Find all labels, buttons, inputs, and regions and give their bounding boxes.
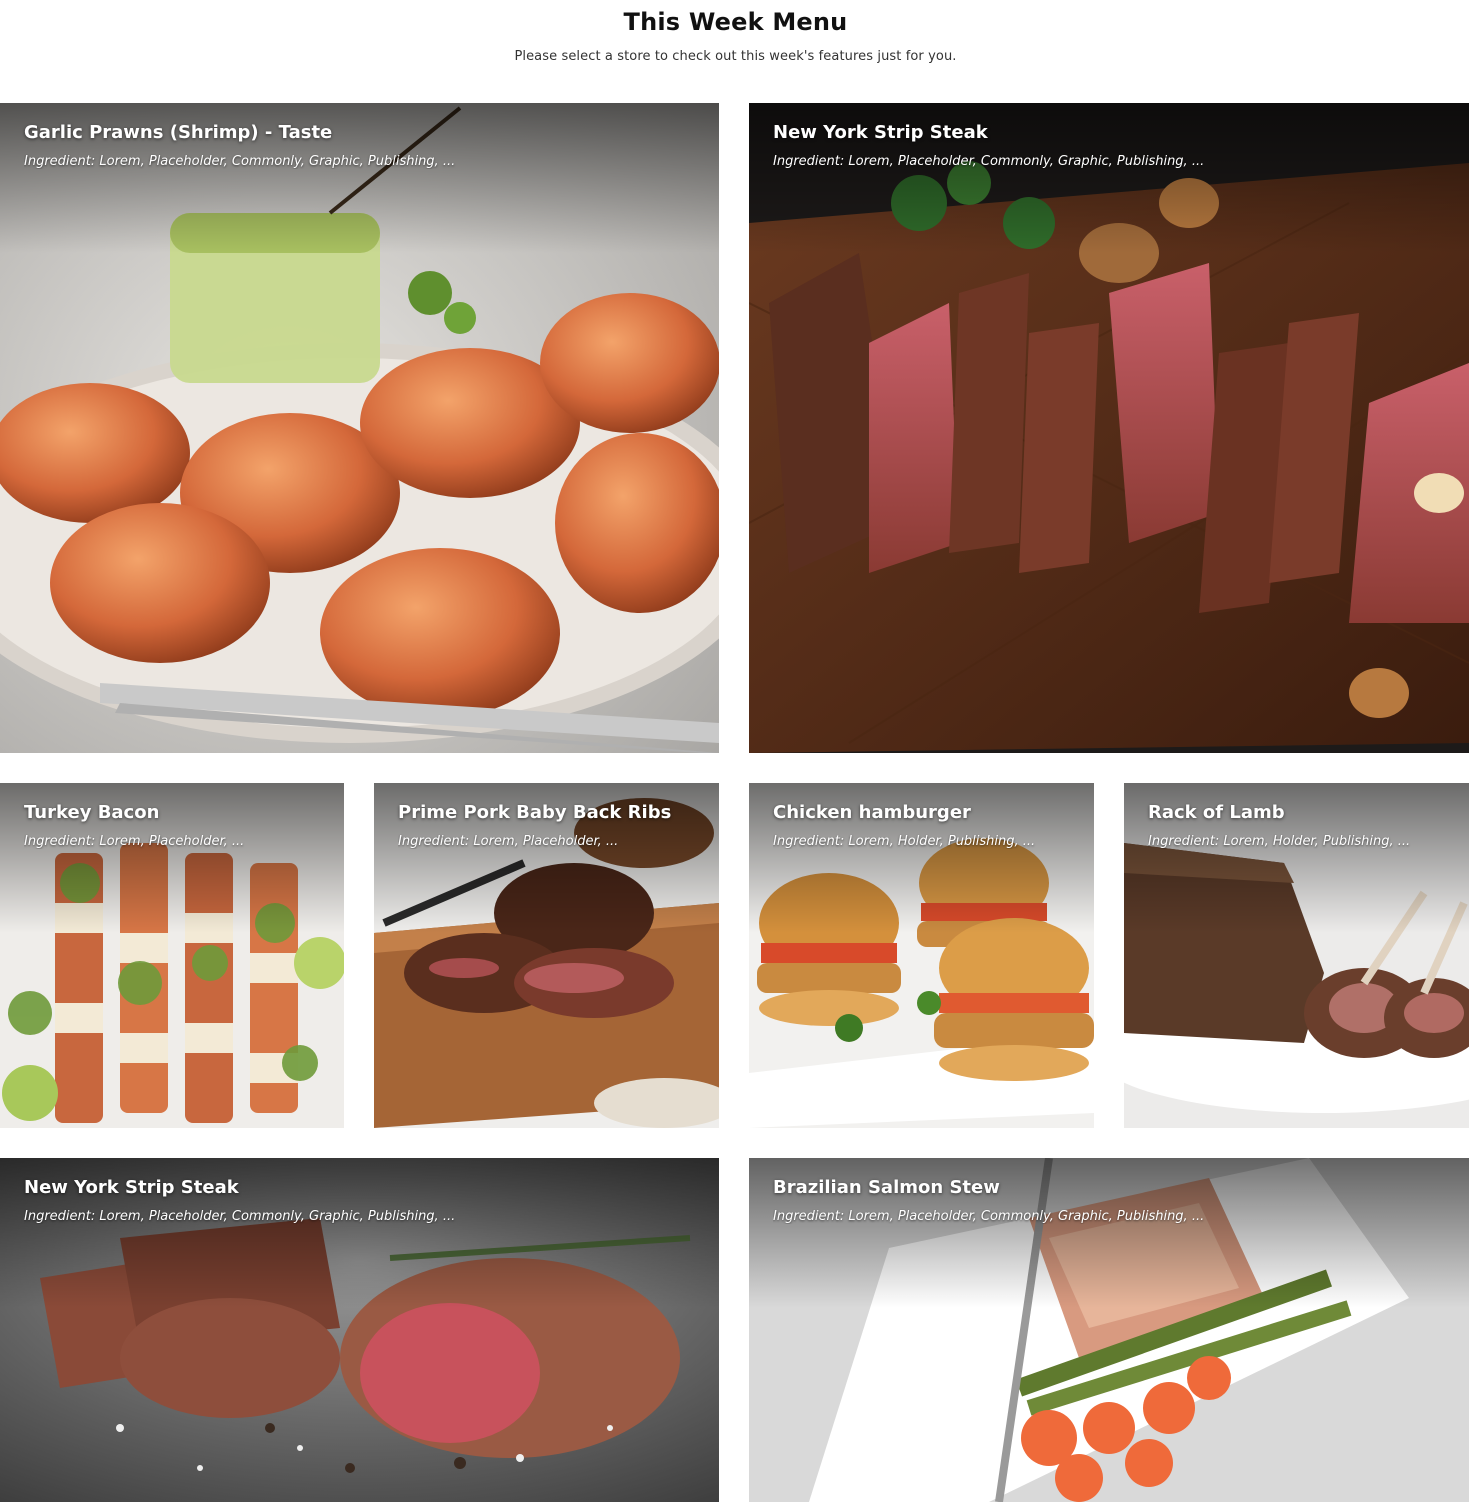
menu-card-rack-of-lamb[interactable]: Rack of Lamb Ingredient: Lorem, Holder, … bbox=[1124, 783, 1469, 1128]
card-title: New York Strip Steak bbox=[773, 122, 988, 143]
card-ingredients: Ingredient: Lorem, Holder, Publishing, .… bbox=[773, 834, 1036, 849]
card-ingredients: Ingredient: Lorem, Placeholder, ... bbox=[24, 834, 245, 849]
card-title: Turkey Bacon bbox=[24, 802, 160, 823]
card-title: New York Strip Steak bbox=[24, 1177, 239, 1198]
menu-card-garlic-prawns[interactable]: Garlic Prawns (Shrimp) - Taste Ingredien… bbox=[0, 103, 719, 753]
card-title: Garlic Prawns (Shrimp) - Taste bbox=[24, 122, 333, 143]
card-ingredients: Ingredient: Lorem, Holder, Publishing, .… bbox=[1148, 834, 1411, 849]
card-ingredients: Ingredient: Lorem, Placeholder, Commonly… bbox=[24, 1209, 456, 1224]
card-ingredients: Ingredient: Lorem, Placeholder, Commonly… bbox=[773, 1209, 1205, 1224]
menu-card-chicken-hamburger[interactable]: Chicken hamburger Ingredient: Lorem, Hol… bbox=[749, 783, 1094, 1128]
menu-page: This Week Menu Please select a store to … bbox=[0, 0, 1471, 1502]
page-title: This Week Menu bbox=[623, 8, 848, 36]
card-ingredients: Ingredient: Lorem, Placeholder, Commonly… bbox=[24, 154, 456, 169]
menu-card-pork-ribs[interactable]: Prime Pork Baby Back Ribs Ingredient: Lo… bbox=[374, 783, 719, 1128]
menu-card-salmon-stew[interactable]: Brazilian Salmon Stew Ingredient: Lorem,… bbox=[749, 1158, 1469, 1502]
menu-card-turkey-bacon[interactable]: Turkey Bacon Ingredient: Lorem, Placehol… bbox=[0, 783, 344, 1128]
card-title: Brazilian Salmon Stew bbox=[773, 1177, 1000, 1198]
card-title: Prime Pork Baby Back Ribs bbox=[398, 802, 672, 823]
card-ingredients: Ingredient: Lorem, Placeholder, ... bbox=[398, 834, 619, 849]
page-subtitle: Please select a store to check out this … bbox=[514, 49, 957, 64]
menu-card-strip-steak[interactable]: New York Strip Steak Ingredient: Lorem, … bbox=[749, 103, 1469, 753]
menu-card-strip-steak-grilled[interactable]: New York Strip Steak Ingredient: Lorem, … bbox=[0, 1158, 719, 1502]
card-title: Chicken hamburger bbox=[773, 802, 971, 823]
card-ingredients: Ingredient: Lorem, Placeholder, Commonly… bbox=[773, 154, 1205, 169]
card-title: Rack of Lamb bbox=[1148, 802, 1285, 823]
